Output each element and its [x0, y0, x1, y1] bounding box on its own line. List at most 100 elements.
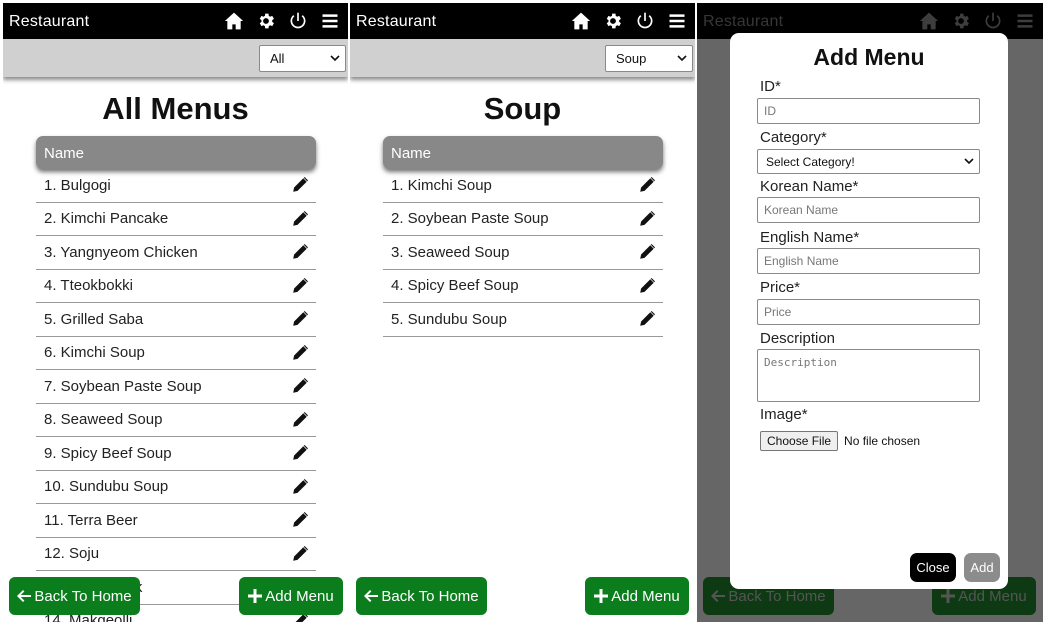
nav-icons [222, 9, 342, 33]
pencil-icon[interactable] [292, 378, 308, 394]
menu-row: 10. Sundubu Soup [36, 471, 316, 504]
gear-icon[interactable] [254, 9, 278, 33]
arrow-left-icon [711, 590, 726, 602]
home-icon[interactable] [222, 9, 246, 33]
filter-bar: Soup [350, 39, 695, 77]
back-to-home-button[interactable]: Back To Home [9, 577, 140, 615]
menu-row: 5. Sundubu Soup [383, 303, 663, 337]
power-icon[interactable] [633, 9, 657, 33]
menu-table: Name 1. Kimchi Soup 2. Soybean Paste Soup… [383, 136, 663, 337]
menu-item-name: 8. Seaweed Soup [44, 411, 163, 429]
page-title: All Menus [102, 91, 249, 126]
menu-list: 1. Kimchi Soup 2. Soybean Paste Soup 3. Se… [383, 169, 663, 337]
top-navbar: Restaurant [3, 3, 348, 39]
pencil-icon[interactable] [292, 210, 308, 227]
menu-icon[interactable] [665, 9, 689, 33]
menu-item-name: 10. Sundubu Soup [44, 478, 169, 496]
table-header: Name [36, 136, 316, 169]
pencil-icon[interactable] [292, 445, 308, 461]
korean-name-input[interactable]: Korean Name [757, 197, 980, 223]
menu-row: 4. Tteokbokki [36, 270, 316, 303]
menu-item-name: 6. Kimchi Soup [44, 344, 145, 362]
menu-item-name: 2. Kimchi Pancake [44, 210, 169, 228]
menu-row: 4. Spicy Beef Soup [383, 270, 663, 303]
pencil-icon[interactable] [639, 244, 655, 260]
arrow-left-icon [364, 590, 379, 602]
id-label: ID* [760, 78, 781, 95]
menu-item-name: 4. Tteokbokki [44, 277, 133, 295]
page-title: Soup [483, 91, 562, 126]
image-file-input: Choose File No file chosen [760, 431, 920, 451]
menu-item-name: 3. Yangnyeom Chicken [44, 243, 198, 261]
pencil-icon[interactable] [292, 478, 308, 495]
korean-name-label: Korean Name* [760, 178, 859, 195]
category-filter-select[interactable]: Soup [605, 45, 693, 72]
gear-icon[interactable] [601, 9, 625, 33]
modal-title: Add Menu [813, 44, 925, 70]
back-to-home-button[interactable]: Back To Home [356, 577, 487, 615]
english-name-label: English Name* [760, 229, 860, 246]
menu-row: 3. Seaweed Soup [383, 236, 663, 270]
choose-file-button[interactable]: Choose File [760, 431, 839, 451]
pencil-icon[interactable] [639, 277, 655, 294]
menu-table: Name 1. Bulgogi 2. Kimchi Pancake 3. Yangn… [36, 136, 316, 622]
category-label: Category* [760, 129, 827, 146]
menu-item-name: 5. Sundubu Soup [391, 310, 507, 328]
plus-icon [248, 589, 263, 603]
category-filter-select[interactable]: All [259, 45, 346, 72]
id-input[interactable]: ID [757, 98, 980, 124]
english-name-input[interactable]: English Name [757, 248, 980, 274]
menu-row: 6. Kimchi Soup [36, 337, 316, 370]
top-navbar: Restaurant [350, 3, 695, 39]
menu-item-name: 12. Soju [44, 545, 100, 563]
chevron-down-icon [330, 55, 340, 62]
filter-bar: All [3, 39, 348, 77]
menu-row: 12. Soju [36, 538, 316, 571]
pencil-icon[interactable] [639, 177, 655, 193]
menu-row: 2. Soybean Paste Soup [383, 203, 663, 236]
pencil-icon[interactable] [639, 210, 655, 227]
add-menu-button[interactable]: Add Menu [239, 577, 343, 615]
pencil-icon[interactable] [292, 244, 308, 260]
all-menus-screen: Restaurant All All Menus Name 1. Bulgogi… [3, 3, 348, 622]
pencil-icon[interactable] [292, 311, 308, 327]
chevron-down-icon [677, 55, 687, 62]
category-select-value: Select Category! [766, 155, 855, 169]
add-menu-label: Add Menu [958, 587, 1027, 605]
menu-row: 1. Kimchi Soup [383, 169, 663, 203]
menu-row: 8. Seaweed Soup [36, 404, 316, 437]
file-status: No file chosen [844, 434, 921, 448]
close-button[interactable]: Close [910, 553, 956, 582]
pencil-icon[interactable] [292, 344, 308, 361]
nav-icons [569, 9, 689, 33]
menu-icon[interactable] [318, 9, 342, 33]
menu-list: 1. Bulgogi 2. Kimchi Pancake 3. Yangnyeom … [36, 169, 316, 622]
home-icon[interactable] [569, 9, 593, 33]
pencil-icon[interactable] [292, 277, 308, 294]
add-menu-button[interactable]: Add Menu [585, 577, 689, 615]
menu-row: 7. Soybean Paste Soup [36, 370, 316, 404]
description-textarea[interactable]: Description [757, 349, 980, 402]
menu-item-name: 3. Seaweed Soup [391, 243, 510, 261]
menu-item-name: 2. Soybean Paste Soup [391, 210, 549, 228]
back-to-home-label: Back To Home [34, 587, 132, 605]
pencil-icon[interactable] [292, 177, 308, 193]
image-label: Image* [760, 406, 808, 423]
menu-row: 9. Spicy Beef Soup [36, 437, 316, 471]
pencil-icon[interactable] [639, 311, 655, 327]
pencil-icon[interactable] [292, 411, 308, 428]
pencil-icon[interactable] [292, 545, 308, 562]
price-input[interactable]: Price [757, 299, 980, 325]
add-menu-label: Add Menu [265, 587, 334, 605]
add-menu-modal: Add Menu ID* ID Category* Select Categor… [730, 33, 1008, 589]
category-select[interactable]: Select Category! [757, 149, 980, 174]
power-icon[interactable] [286, 9, 310, 33]
menu-item-name: 9. Spicy Beef Soup [44, 444, 172, 462]
plus-icon [941, 589, 956, 603]
pencil-icon[interactable] [292, 512, 308, 528]
add-button[interactable]: Add [964, 553, 1000, 582]
menu-item-name: 4. Spicy Beef Soup [391, 277, 519, 295]
table-header: Name [383, 136, 663, 169]
menu-row: 1. Bulgogi [36, 169, 316, 203]
chevron-down-icon [964, 158, 974, 165]
